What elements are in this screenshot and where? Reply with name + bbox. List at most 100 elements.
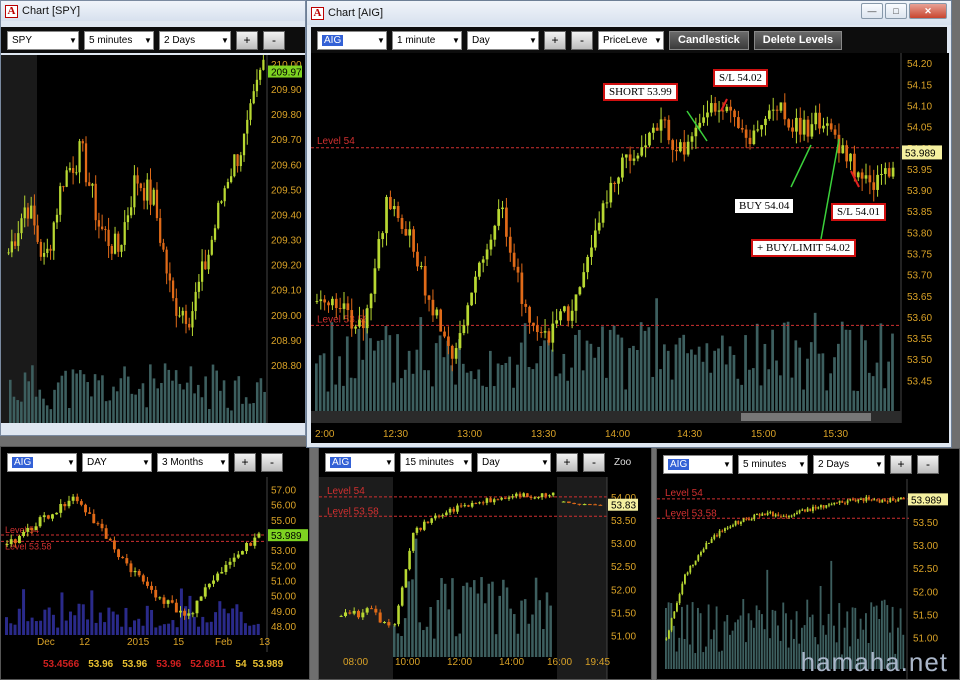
spy-zoom-out-button[interactable]: -: [263, 30, 285, 50]
candlestick-button[interactable]: Candlestick: [669, 30, 749, 50]
spy-range-select[interactable]: 2 Days ▼: [159, 30, 231, 50]
m15-volume-bar: [393, 625, 396, 657]
chevron-down-icon: ▼: [385, 457, 393, 467]
aig-main-titlebar[interactable]: A Chart [AIG] — □ ✕: [307, 1, 951, 25]
m15-candle: [419, 527, 422, 530]
aig-main-study-select[interactable]: PriceLeve ▼: [598, 30, 664, 50]
m5-volume-bar: [793, 638, 795, 669]
main-candle: [733, 110, 736, 118]
aig-main-range-select[interactable]: Day ▼: [467, 30, 539, 50]
aig-main-zoom-out-button[interactable]: -: [571, 30, 593, 50]
maximize-icon[interactable]: □: [885, 3, 907, 19]
spy-y-tick-label: 209.80: [271, 110, 302, 121]
m15-candle: [478, 502, 481, 504]
main-volume-bar: [392, 382, 396, 411]
aig-15min-range-select[interactable]: Day ▼: [477, 452, 551, 472]
aig-5min-zoom-out-button[interactable]: -: [917, 454, 939, 474]
m15-candle: [511, 496, 514, 498]
buy-callout: BUY 54.04: [735, 199, 794, 213]
spy-volume-bar: [108, 400, 112, 423]
main-candle: [381, 233, 385, 240]
spy-interval-select[interactable]: 5 minutes ▼: [84, 30, 154, 50]
aig-15min-zoom-out-button[interactable]: -: [583, 452, 605, 472]
main-volume-bar: [891, 333, 894, 411]
daily-candle: [154, 589, 158, 598]
aig-5min-range-select[interactable]: 2 Days ▼: [813, 454, 885, 474]
main-candle: [392, 206, 396, 210]
daily-candle: [75, 496, 79, 502]
main-volume-bar: [848, 329, 852, 411]
aig-daily-plot-area[interactable]: Level 54Level 53.5857.0056.0055.0054.005…: [1, 477, 309, 679]
main-candle: [566, 306, 570, 321]
main-volume-bar: [686, 353, 689, 411]
aig-main-time-axis: 2:00 12:30 13:00 13:30 14:00 14:30 15:00 15:30: [315, 429, 848, 440]
aig-daily-range-select[interactable]: 3 Months ▼: [157, 452, 229, 472]
main-candle: [574, 294, 578, 311]
spy-plot-area[interactable]: 210.00 209.90 209.80 209.70 209.60 209.50 209.…: [1, 55, 305, 423]
spy-volume-bar: [167, 369, 171, 423]
m15-candle: [437, 515, 441, 517]
spy-titlebar[interactable]: A Chart [SPY] — □: [1, 1, 305, 21]
aig-15min-symbol-select[interactable]: AIG ▼: [325, 452, 395, 472]
m5-candle: [764, 513, 766, 515]
aig-daily-zoom-out-button[interactable]: -: [261, 452, 283, 472]
m5-candle: [684, 574, 686, 584]
aig-main-zoom-in-button[interactable]: +: [544, 30, 566, 50]
aig-5min-zoom-in-button[interactable]: +: [890, 454, 912, 474]
spy-candle: [23, 207, 26, 219]
aig-5min-symbol-select[interactable]: AIG ▼: [663, 454, 733, 474]
aig-daily-interval-select[interactable]: DAY ▼: [82, 452, 152, 472]
spy-candle: [46, 248, 49, 253]
close-icon[interactable]: ✕: [909, 3, 947, 19]
main-x-tick-label: 14:30: [677, 429, 702, 440]
aig-main-symbol-select[interactable]: AIG ▼: [317, 30, 387, 50]
daily-candle: [191, 613, 195, 615]
daily-candle: [117, 549, 120, 558]
aig-main-interval-select[interactable]: 1 minute ▼: [392, 30, 462, 50]
main-candle: [621, 157, 624, 178]
m15-volume-bar: [527, 623, 531, 657]
daily-candle: [59, 504, 63, 513]
aig-15min-interval-select[interactable]: 15 minutes ▼: [400, 452, 472, 472]
aig-daily-zoom-in-button[interactable]: +: [234, 452, 256, 472]
main-candle: [470, 292, 473, 306]
spy-candle: [71, 168, 75, 173]
m5-candle: [753, 514, 756, 520]
daily-x-tick-label: Dec: [37, 637, 55, 648]
aig-daily-symbol-select[interactable]: AIG ▼: [7, 452, 77, 472]
delete-levels-button[interactable]: Delete Levels: [753, 30, 843, 50]
m15-candle: [470, 502, 474, 507]
m15-volume-bar: [494, 634, 498, 657]
aig-15min-plot-area[interactable]: Level 54 Level 53.58 54.00 53.50 53.00 52.50 5…: [319, 477, 651, 679]
chevron-down-icon: ▼: [219, 457, 227, 467]
main-volume-bar: [597, 346, 600, 411]
daily-volume-bar: [107, 607, 111, 635]
m15-volume-bar: [396, 633, 400, 657]
main-candle: [818, 112, 821, 129]
aig-main-plot-area[interactable]: Level 54 Level 53.58 54.20 54.15 54.10 54.05 5…: [311, 53, 949, 423]
daily-volume-bar: [248, 625, 252, 635]
m5-volume-bar: [697, 607, 699, 669]
m15-volume-bar: [549, 605, 552, 657]
spy-zoom-in-button[interactable]: +: [236, 30, 258, 50]
main-candle: [334, 298, 338, 308]
aig-15min-zoom-select[interactable]: Zoo: [610, 452, 634, 472]
m15-candle: [400, 587, 404, 606]
m15-candle: [456, 505, 459, 512]
spy-symbol-select[interactable]: SPY ▼: [7, 30, 79, 50]
main-volume-bar: [771, 329, 774, 411]
chevron-down-icon: ▼: [723, 459, 731, 469]
daily-volume-bar: [222, 608, 226, 635]
m15-post-candle: [572, 502, 576, 504]
spy-volume-bar: [200, 397, 204, 423]
spy-volume-bar: [248, 403, 252, 423]
aig-main-symbol-value: AIG: [322, 34, 344, 46]
minimize-icon[interactable]: —: [861, 3, 883, 19]
main-candle: [771, 109, 775, 111]
aig-15min-zoom-in-button[interactable]: +: [556, 452, 578, 472]
m5-candle: [804, 509, 806, 512]
main-x-tick-label: 12:30: [383, 429, 408, 440]
aig-5min-interval-select[interactable]: 5 minutes ▼: [738, 454, 808, 474]
main-candle: [651, 127, 655, 133]
daily-candle: [141, 575, 145, 582]
